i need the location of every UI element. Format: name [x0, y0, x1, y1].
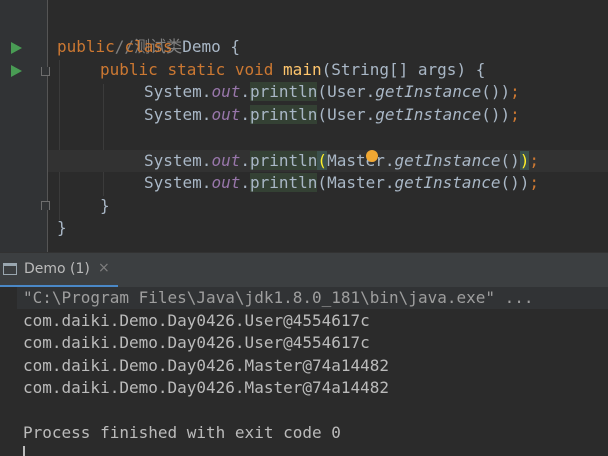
- field: out: [211, 82, 241, 101]
- static-call: getInstance: [394, 151, 501, 170]
- method-call: println: [249, 173, 318, 192]
- receiver: System.: [144, 105, 212, 124]
- class-declaration-line: public class Demo {: [57, 36, 240, 58]
- run-console[interactable]: "C:\Program Files\Java\jdk1.8.0_181\bin\…: [0, 287, 608, 456]
- method-call: println: [249, 82, 318, 101]
- statement-line: System.out.println(User.getInstance());: [144, 104, 520, 126]
- keyword: static: [167, 60, 226, 79]
- run-tool-window-header: Demo (1) ×: [0, 252, 608, 288]
- keyword: void: [234, 60, 274, 79]
- fold-open-icon[interactable]: [41, 67, 50, 76]
- field: out: [211, 151, 241, 170]
- run-main-icon[interactable]: [11, 65, 22, 77]
- field: out: [211, 173, 241, 192]
- receiver: System.: [144, 82, 212, 101]
- method-close-line: }: [100, 195, 110, 217]
- console-output-line: com.daiki.Demo.Day0426.User@4554617c: [23, 333, 370, 352]
- run-class-icon[interactable]: [11, 42, 22, 54]
- semicolon: ;: [529, 173, 540, 192]
- class-close-line: }: [57, 217, 67, 239]
- command-line[interactable]: "C:\Program Files\Java\jdk1.8.0_181\bin\…: [23, 287, 534, 309]
- method-name: main: [283, 60, 322, 79]
- statement-line: System.out.println(User.getInstance());: [144, 81, 520, 103]
- brace: }: [100, 196, 110, 215]
- semicolon: ;: [529, 151, 540, 170]
- close-icon[interactable]: ×: [98, 260, 110, 276]
- keyword: public: [100, 60, 158, 79]
- indent-guide: [59, 60, 60, 220]
- statement-line-current: System.out.println(Master.getInstance())…: [144, 150, 539, 172]
- console-output-line: com.daiki.Demo.Day0426.Master@74a14482: [23, 356, 390, 375]
- matched-paren: ): [519, 151, 530, 170]
- keyword: public: [57, 37, 115, 56]
- console-output-line: com.daiki.Demo.Day0426.User@4554617c: [23, 311, 370, 330]
- class-ref: User.: [327, 82, 376, 101]
- static-call: getInstance: [375, 105, 482, 124]
- receiver: System.: [144, 151, 212, 170]
- code-editor[interactable]: //测试类 public class Demo { public static …: [0, 0, 608, 252]
- editor-gutter[interactable]: [0, 0, 47, 252]
- field: out: [211, 105, 241, 124]
- dot: .: [240, 82, 250, 101]
- paren: ()): [481, 105, 511, 124]
- dot: .: [240, 151, 250, 170]
- receiver: System.: [144, 173, 212, 192]
- intention-bulb-icon[interactable]: [366, 150, 378, 162]
- semicolon: ;: [510, 105, 520, 124]
- brace: }: [57, 218, 67, 237]
- paren: (: [317, 173, 328, 192]
- class-ref: Master.: [327, 151, 395, 170]
- console-icon: [3, 263, 17, 275]
- indent-guide: [103, 84, 104, 196]
- paren: ()): [481, 82, 511, 101]
- static-call: getInstance: [375, 82, 482, 101]
- process-exit-line: Process finished with exit code 0: [23, 423, 341, 442]
- paren: (: [317, 105, 328, 124]
- console-caret: [23, 446, 25, 456]
- method-call: println: [249, 151, 318, 170]
- keyword: class: [124, 37, 173, 56]
- dot: .: [240, 173, 250, 192]
- code-comment-line: //测试类: [57, 14, 182, 56]
- statement-line: System.out.println(Master.getInstance())…: [144, 172, 539, 194]
- tab-run-demo[interactable]: Demo (1) ×: [0, 253, 118, 288]
- class-name: Demo: [182, 37, 221, 56]
- parameters: (String[] args): [321, 60, 467, 79]
- console-output-line: com.daiki.Demo.Day0426.Master@74a14482: [23, 378, 390, 397]
- class-ref: User.: [327, 105, 376, 124]
- paren: (: [317, 82, 328, 101]
- static-call: getInstance: [394, 173, 501, 192]
- paren: ()): [500, 173, 530, 192]
- brace: {: [475, 60, 486, 79]
- tab-label: Demo (1): [24, 261, 90, 277]
- dot: .: [240, 105, 250, 124]
- brace: {: [230, 37, 241, 56]
- class-ref: Master.: [327, 173, 395, 192]
- paren: (): [500, 151, 520, 170]
- fold-close-icon[interactable]: [41, 201, 50, 210]
- method-call: println: [249, 105, 318, 124]
- gutter-divider: [47, 0, 48, 252]
- semicolon: ;: [510, 82, 520, 101]
- matched-paren: (: [317, 151, 328, 170]
- main-declaration-line: public static void main(String[] args) {: [100, 59, 485, 81]
